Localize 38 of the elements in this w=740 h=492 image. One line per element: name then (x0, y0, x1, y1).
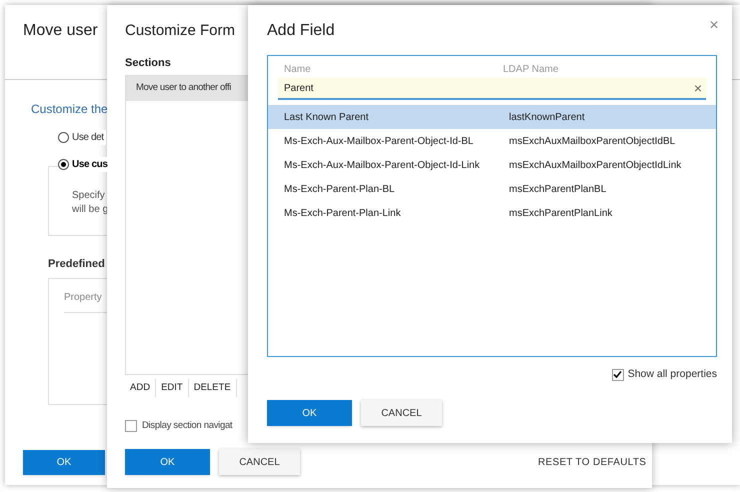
table-cell: msExchAuxMailboxParentObjectIdLink (509, 160, 682, 170)
checkmark-icon (613, 370, 622, 380)
dialog-title: Move user (23, 21, 98, 41)
ok-button[interactable]: OK (125, 449, 210, 475)
table-cell: Last Known Parent (284, 112, 368, 122)
column-header: Name (284, 64, 311, 75)
radio-option[interactable]: Use cus (58, 157, 110, 172)
clear-icon[interactable]: × (694, 81, 702, 95)
close-button[interactable]: × (707, 17, 721, 35)
table-cell: Ms-Exch-Parent-Plan-BL (284, 184, 395, 194)
cancel-button[interactable]: CANCEL (219, 449, 300, 475)
dialog-title: Customize Form (125, 21, 236, 41)
toolbar-button[interactable]: DELETE (188, 379, 237, 397)
column-header: Property (64, 292, 102, 302)
table-cell: lastKnownParent (509, 112, 585, 122)
toolbar-button[interactable]: ADD (125, 379, 156, 397)
table-cell: Ms-Exch-Parent-Plan-Link (284, 208, 401, 218)
description-text: Specify (72, 189, 106, 203)
ok-button[interactable]: OK (267, 400, 352, 426)
radio-option[interactable]: Use det (58, 130, 106, 145)
table-cell: msExchParentPlanBL (509, 184, 606, 194)
table-row[interactable]: Last Known Parent lastKnownParent (268, 105, 716, 129)
section-heading: Customize the (31, 101, 107, 118)
table-cell: Ms-Exch-Aux-Mailbox-Parent-Object-Id-BL (284, 136, 474, 146)
show-all-checkbox[interactable]: Show all properties (612, 367, 717, 383)
ok-button[interactable]: OK (23, 450, 105, 475)
column-header: LDAP Name (503, 64, 558, 75)
dialog-title: Add Field (267, 21, 335, 41)
field-label: Sections (125, 56, 171, 70)
cancel-button[interactable]: CANCEL (361, 400, 442, 426)
navigation-checkbox[interactable]: Display section navigat (125, 419, 232, 434)
toolbar-button[interactable]: EDIT (156, 379, 189, 397)
field-label: Predefined (48, 257, 106, 272)
table-cell: msExchParentPlanLink (509, 208, 612, 218)
reset-button[interactable]: RESET TO DEFAULTS (535, 455, 650, 469)
table-cell: Ms-Exch-Aux-Mailbox-Parent-Object-Id-Link (284, 160, 480, 170)
filter-field[interactable]: Parent × (278, 78, 706, 100)
table-cell: msExchAuxMailboxParentObjectIdBL (509, 136, 676, 146)
